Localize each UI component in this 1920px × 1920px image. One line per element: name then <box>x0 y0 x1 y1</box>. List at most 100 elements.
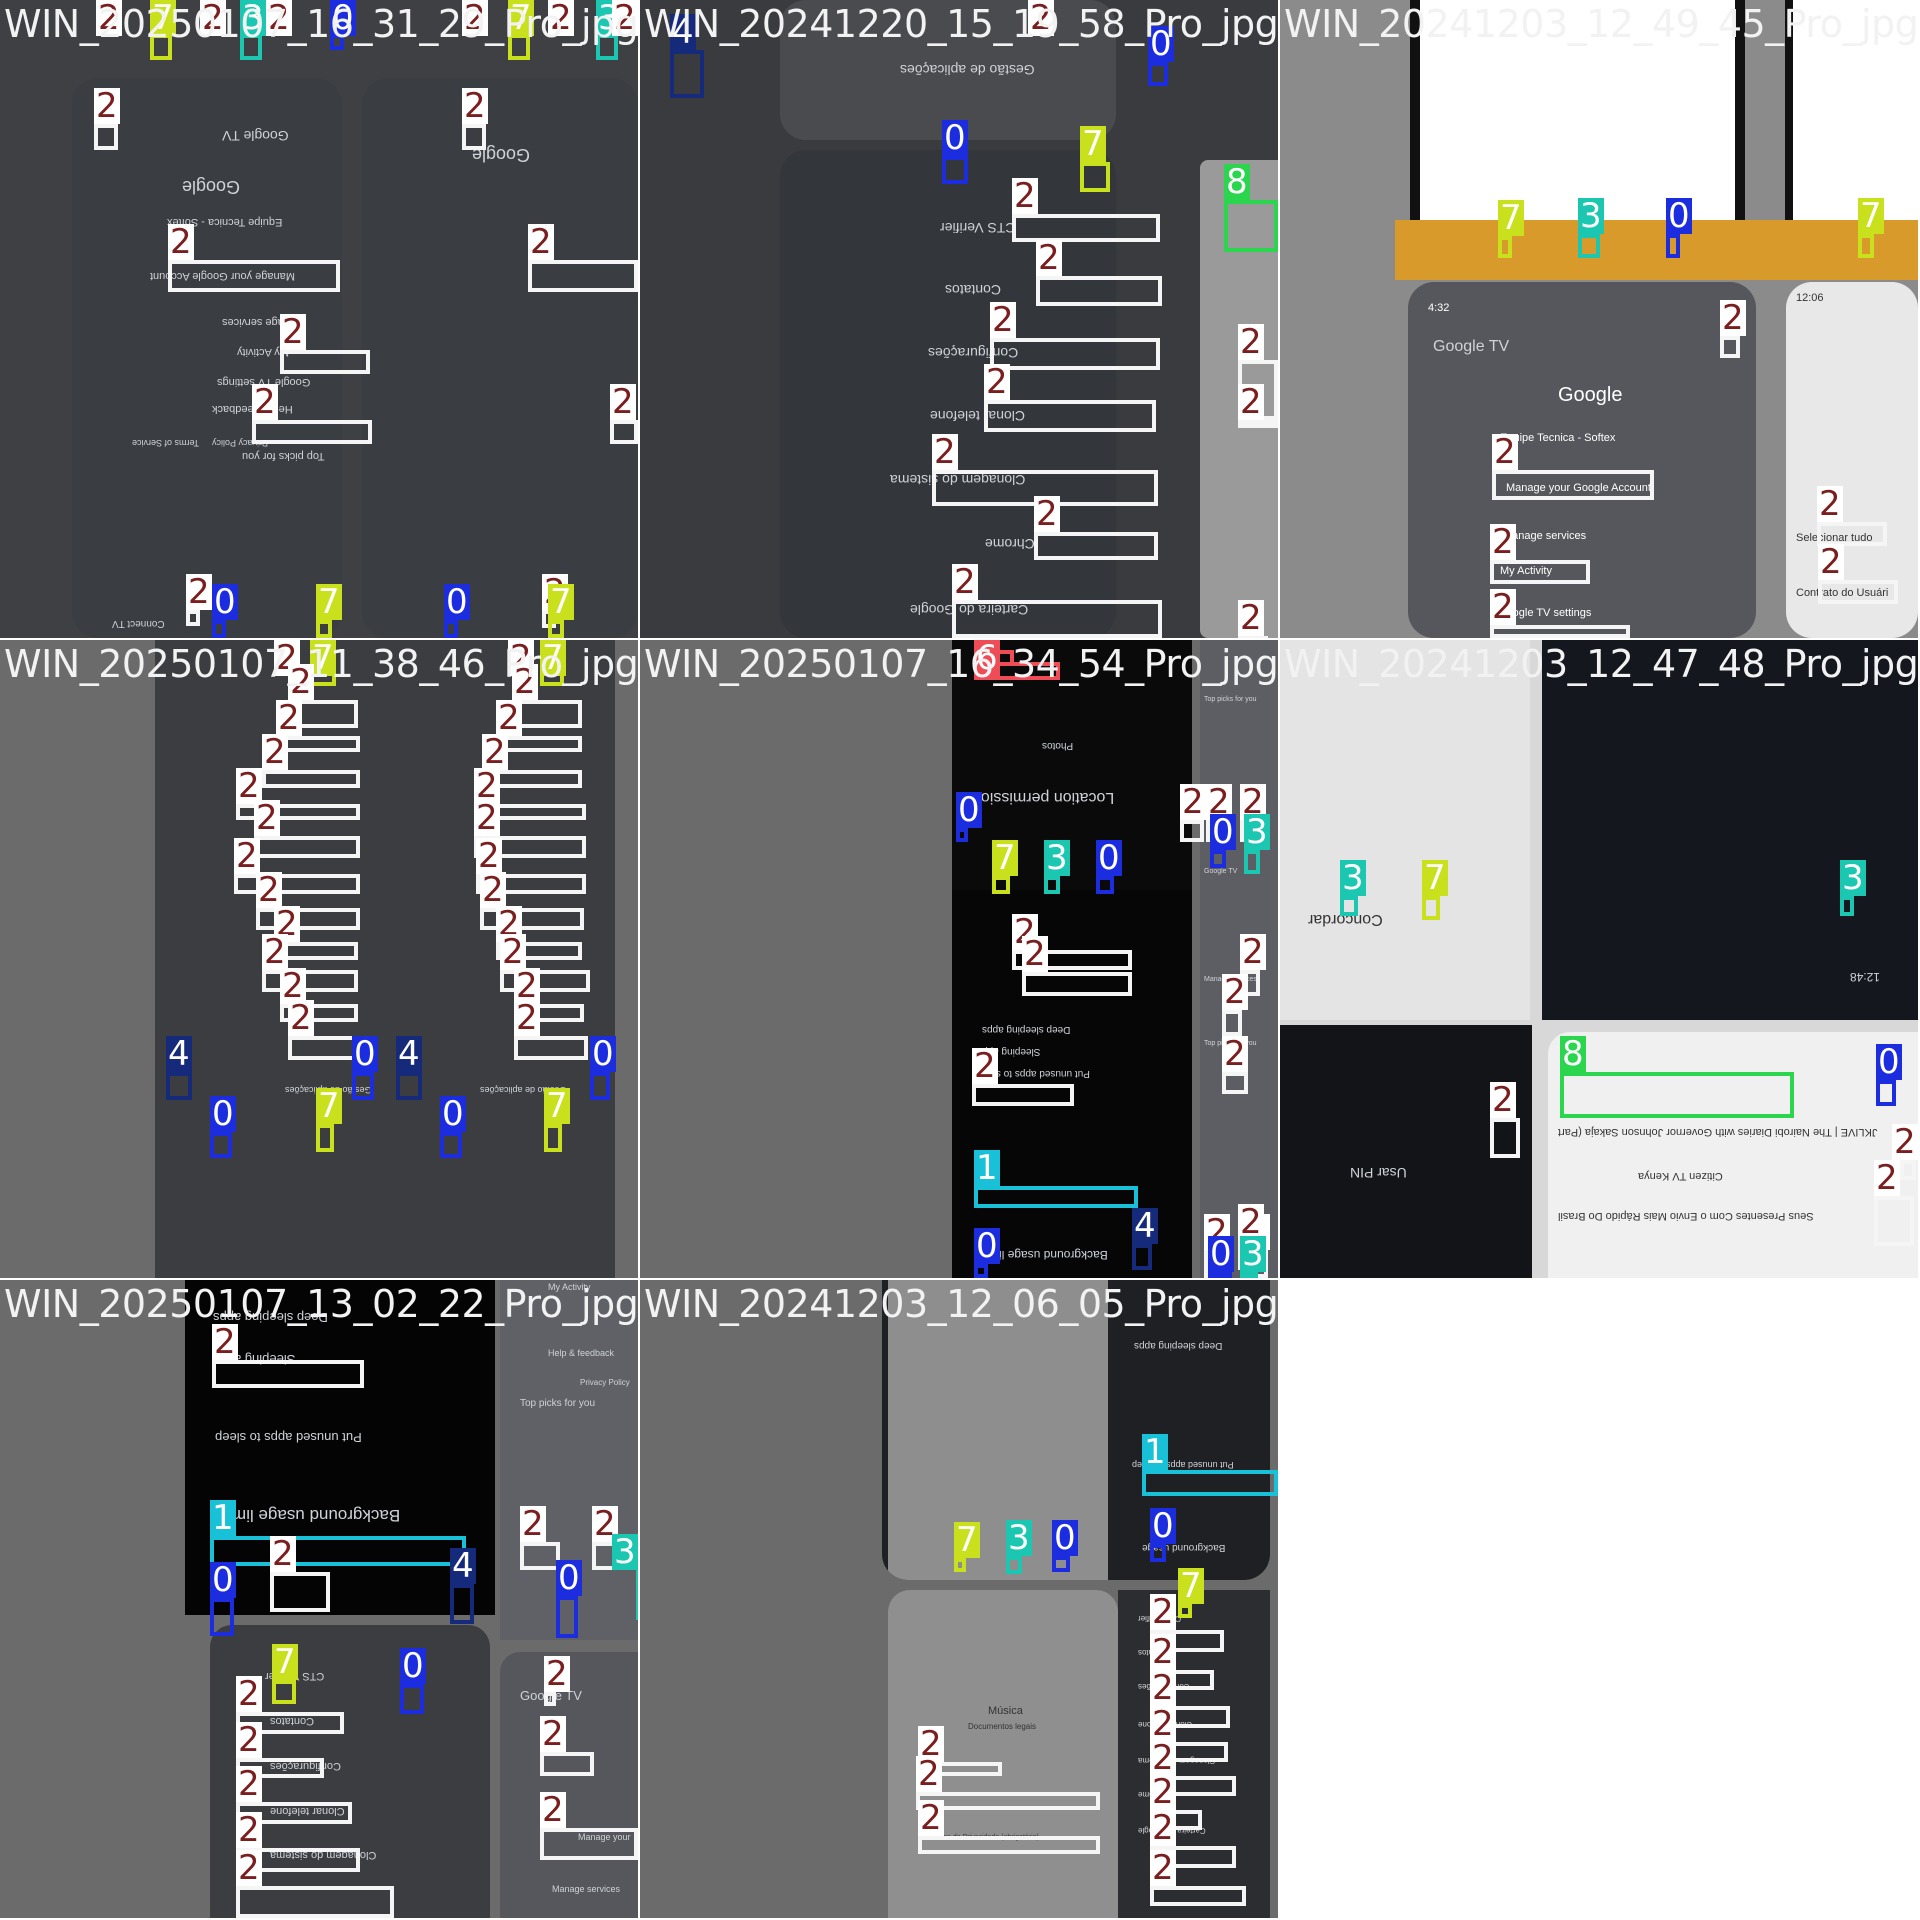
detection-class-label: 2 <box>1238 598 1264 638</box>
screen-text: Top picks for you <box>242 450 325 462</box>
detection-class-label: 3 <box>612 1532 638 1572</box>
detection-box <box>1224 200 1278 252</box>
orange-surface <box>1395 220 1918 280</box>
mosaic-tile: Gestão de aplicações Gestão de aplicaçõe… <box>0 640 638 1278</box>
detection-box <box>1022 972 1132 996</box>
screen-text: Google <box>182 177 241 197</box>
detection-class-label: 2 <box>236 1810 262 1850</box>
screen-text: Top picks for you <box>520 1398 596 1409</box>
detection-box <box>262 770 360 788</box>
detection-class-label: 2 <box>168 222 194 262</box>
detection-class-label: 0 <box>1666 196 1692 236</box>
detection-class-label: 2 <box>186 572 212 612</box>
screen-text: 12:06 <box>1796 292 1824 304</box>
detection-class-label: 2 <box>1150 1632 1176 1672</box>
detection-class-label: 2 <box>984 362 1010 402</box>
screen-text: Deep sleeping apps <box>982 1024 1071 1035</box>
detection-class-label: 0 <box>942 118 968 158</box>
detection-box <box>94 124 118 150</box>
detection-class-label: 2 <box>1892 1122 1918 1162</box>
detection-box <box>952 600 1162 638</box>
screen-text: Chrome <box>985 536 1035 552</box>
detection-box <box>1080 162 1110 192</box>
detection-class-label: 7 <box>548 582 574 622</box>
detection-class-label: 2 <box>496 698 522 738</box>
detection-box <box>992 876 1010 894</box>
detection-class-label: 2 <box>1490 587 1516 627</box>
phone-screen: 4:32 Google TV Google Equipe Tecnica - S… <box>1408 282 1756 638</box>
detection-box <box>186 610 200 626</box>
detection-box <box>1578 234 1600 258</box>
detection-box <box>1490 560 1590 584</box>
detection-box <box>1210 850 1226 868</box>
detection-box <box>1720 336 1740 358</box>
tile-filename: WIN_20241203_12_06_05_Pro_jpg.rf.51074d3 <box>644 1282 1278 1326</box>
detection-class-label: 2 <box>1022 934 1048 974</box>
detection-box <box>540 1752 594 1776</box>
detection-class-label: 0 <box>1052 1518 1078 1558</box>
detection-box <box>1150 1544 1166 1562</box>
tile-filename: WIN_20241220_15_19_58_Pro_jpg.rf.9736 <box>644 2 1278 46</box>
detection-box <box>450 1584 474 1624</box>
detection-box <box>280 350 370 374</box>
detection-class-label: 2 <box>528 222 554 262</box>
detection-box <box>1012 214 1160 242</box>
detection-class-label: 2 <box>212 1322 238 1362</box>
detection-class-label: 8 <box>1224 162 1250 202</box>
detection-box <box>1036 276 1162 306</box>
tile-filename: WIN_20241203_12_49_45_Pro_jpg.rf.1011b2 <box>1284 2 1918 46</box>
detection-box <box>1222 1072 1248 1094</box>
detection-box <box>636 1570 638 1620</box>
mosaic-tile-empty <box>1280 1280 1918 1918</box>
detection-class-label: 3 <box>1006 1518 1032 1558</box>
screen-text: Gestão de aplicações <box>900 62 1035 78</box>
detection-class-label: 7 <box>544 1086 570 1126</box>
detection-box <box>1492 470 1654 500</box>
detection-box <box>400 1684 424 1714</box>
detection-class-label: 2 <box>918 1798 944 1838</box>
detection-class-label: 2 <box>252 382 278 422</box>
detection-class-label: 4 <box>396 1034 422 1074</box>
screen-text: 12:48 <box>1850 970 1881 984</box>
detection-class-label: 2 <box>262 732 288 772</box>
detection-box <box>462 124 486 150</box>
tile-filename: WIN_20250107_16_34_54_Pro_jpg.rf.7a0a <box>644 642 1278 686</box>
detection-class-label: 0 <box>556 1558 582 1598</box>
detection-box <box>942 156 968 184</box>
detection-box <box>1422 896 1440 920</box>
detection-class-label: 2 <box>1012 176 1038 216</box>
detection-class-label: 2 <box>480 870 506 910</box>
detection-class-label: 2 <box>1238 382 1264 422</box>
detection-class-label: 2 <box>1150 1668 1176 1708</box>
detection-class-label: 2 <box>1240 932 1266 972</box>
detection-box <box>288 1036 360 1060</box>
detection-class-label: 7 <box>272 1642 298 1682</box>
detection-box <box>1180 820 1204 842</box>
detection-class-label: 0 <box>1096 838 1122 878</box>
screen-text: Terms of Service <box>132 438 200 448</box>
detection-class-label: 2 <box>1222 1034 1248 1074</box>
screen-text: Usar PIN <box>1350 1165 1407 1181</box>
detection-box <box>972 1084 1074 1106</box>
phone-screen: JKLIVE | The Nairobi Diaries with Govern… <box>1548 1032 1918 1278</box>
detection-box <box>1244 850 1260 874</box>
detection-class-label: 3 <box>1244 812 1270 852</box>
mosaic-tile: Location permission Photos Deep sleeping… <box>640 640 1278 1278</box>
detection-box <box>1178 1604 1192 1618</box>
detection-class-label: 0 <box>590 1034 616 1074</box>
screen-text: Música <box>988 1705 1023 1717</box>
detection-class-label: 2 <box>540 1714 566 1754</box>
detection-class-label: 7 <box>1080 124 1106 164</box>
detection-class-label: 1 <box>210 1498 236 1538</box>
detection-class-label: 2 <box>236 1764 262 1804</box>
detection-class-label: 2 <box>236 1720 262 1760</box>
detection-box <box>1034 532 1158 560</box>
detection-box <box>610 420 638 444</box>
detection-class-label: 2 <box>262 932 288 972</box>
mosaic-tile: CTS Verifier Contatos Configurações Clon… <box>640 0 1278 638</box>
screen-text: Citizen TV Kenya <box>1638 1170 1723 1182</box>
mosaic-tile: 4:32 Google TV Google Equipe Tecnica - S… <box>1280 0 1918 638</box>
phone-screen: Top picks for you Google TV Manage servi… <box>1200 640 1278 1278</box>
detection-box <box>270 1572 330 1612</box>
detection-class-label: 7 <box>1858 196 1884 236</box>
